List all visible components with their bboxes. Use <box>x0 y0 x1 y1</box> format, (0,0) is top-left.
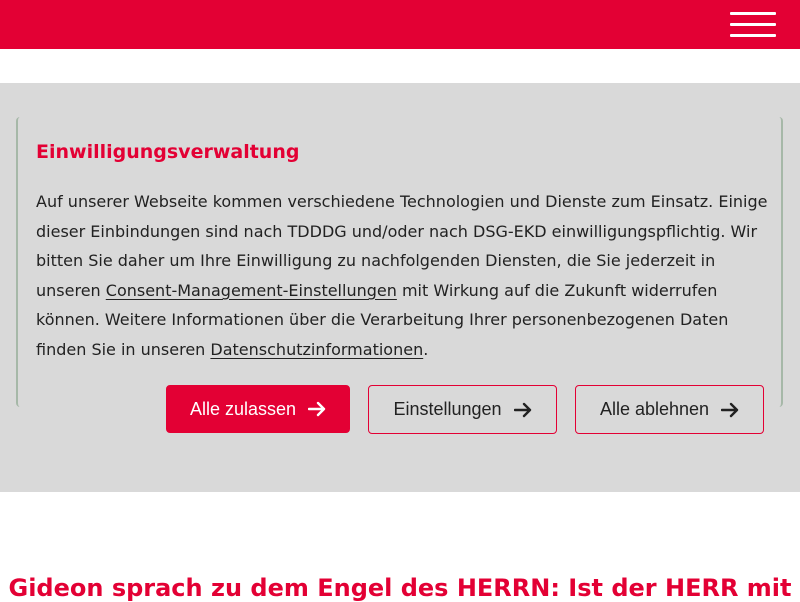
hamburger-line <box>730 23 776 26</box>
consent-management-settings-link[interactable]: Consent-Management-Einstellungen <box>106 281 397 300</box>
reject-all-button[interactable]: Alle ablehnen <box>575 385 764 434</box>
settings-button[interactable]: Einstellungen <box>368 385 557 434</box>
arrow-right-icon <box>513 402 531 417</box>
consent-banner: Einwilligungsverwaltung Auf unserer Webs… <box>0 83 800 492</box>
hamburger-menu-icon[interactable] <box>730 11 776 39</box>
reject-all-label: Alle ablehnen <box>599 399 710 419</box>
consent-title: Einwilligungsverwaltung <box>36 141 300 163</box>
privacy-information-link[interactable]: Datenschutzinformationen <box>210 340 423 359</box>
arrow-right-icon <box>308 401 326 417</box>
settings-label: Einstellungen <box>393 399 502 419</box>
arrow-right-icon <box>721 402 739 417</box>
page-heading: Gideon sprach zu dem Engel des HERRN: Is… <box>8 574 792 602</box>
consent-text-part3: . <box>423 339 429 359</box>
hamburger-line <box>730 12 776 15</box>
hamburger-line <box>730 34 776 37</box>
accept-all-button[interactable]: Alle zulassen <box>166 385 350 433</box>
consent-text: Auf unserer Webseite kommen verschiedene… <box>36 187 776 365</box>
top-bar <box>0 0 800 49</box>
accept-all-label: Alle zulassen <box>189 398 297 419</box>
